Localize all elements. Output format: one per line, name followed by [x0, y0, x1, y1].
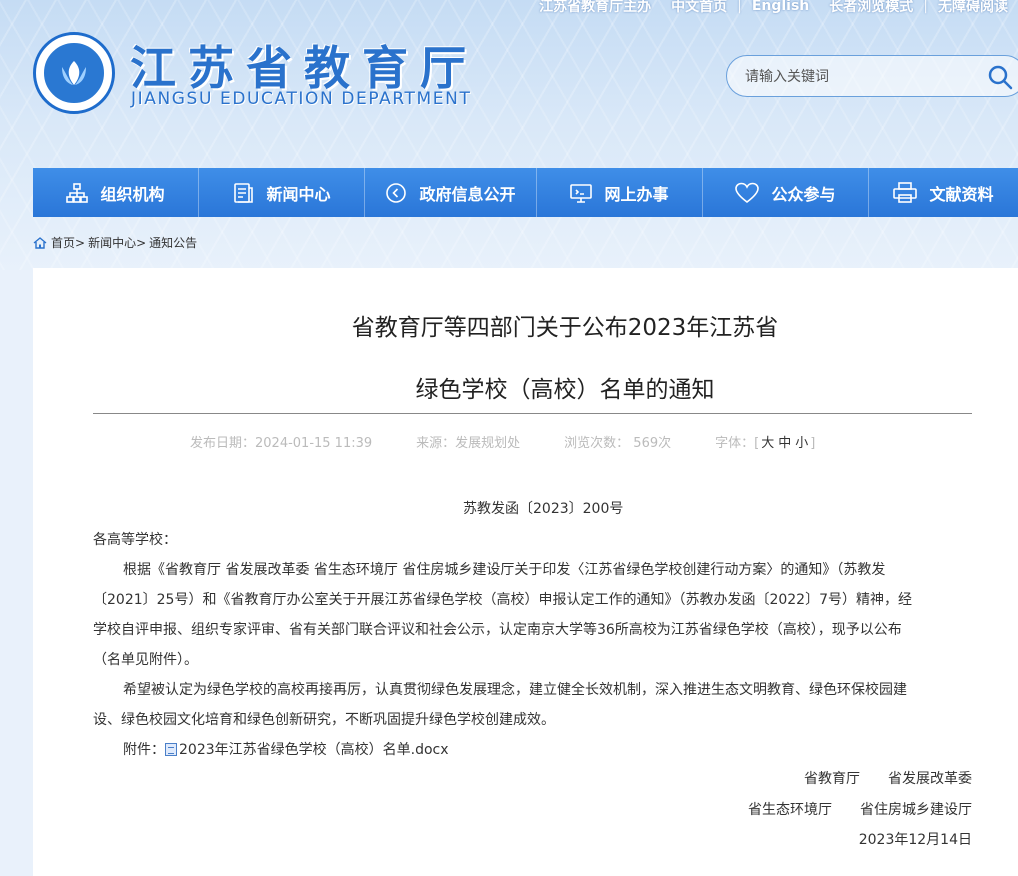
title-divider	[93, 413, 972, 414]
view-count: 浏览次数： 569次	[564, 436, 672, 451]
font-size-switcher: 字体：[大中小]	[715, 432, 815, 451]
printer-icon	[893, 181, 918, 204]
nav-item-documents[interactable]: 文献资料	[869, 168, 1018, 217]
search-icon	[988, 65, 1013, 90]
article-title-line1: 省教育厅等四部门关于公布2023年江苏省	[351, 315, 779, 341]
nav-item-label: 文献资料	[929, 184, 994, 204]
nav-item-label: 组织机构	[100, 184, 165, 204]
paragraph-1-line: （名单见附件）。	[93, 652, 198, 668]
nav-item-label: 网上办事	[604, 184, 669, 204]
breadcrumb-sep: >	[136, 235, 147, 250]
elder-mode-link[interactable]: 长者浏览模式	[819, 0, 923, 16]
breadcrumb-news[interactable]: 新闻中心	[88, 234, 136, 251]
paragraph-1-line: 〔2021〕25号）和《省教育厅办公室关于开展江苏省绿色学校（高校）申报认定工作…	[93, 592, 912, 608]
nav-item-label: 政府信息公开	[419, 184, 516, 204]
article-source: 来源：发展规划处	[416, 436, 521, 451]
heart-icon	[735, 182, 760, 204]
divider: |	[923, 0, 928, 14]
font-bracket-close: ]	[810, 436, 816, 451]
nav-item-online-service[interactable]: 网上办事	[537, 168, 703, 217]
paragraph-2-line: 设、绿色校园文化培育和绿色创新研究，不断巩固提升绿色学校创建成效。	[93, 712, 555, 728]
divider: |	[737, 0, 742, 14]
main-nav: 组织机构 新闻中心 政府信息公开 网上办事 公众参与 文献资料	[33, 168, 1018, 217]
article-title-line2: 绿色学校（高校）名单的通知	[415, 377, 715, 403]
article-panel: 省教育厅等四部门关于公布2023年江苏省 绿色学校（高校）名单的通知 发布日期：…	[33, 268, 1018, 876]
nav-item-news[interactable]: 新闻中心	[199, 168, 365, 217]
nav-item-label: 公众参与	[771, 184, 836, 204]
chinese-home-link[interactable]: 中文首页	[661, 0, 737, 16]
logo-emblem-icon	[42, 41, 106, 105]
site-subtitle: JIANGSU EDUCATION DEPARTMENT	[131, 89, 472, 109]
signature-issuers: 省教育厅 省发展改革委	[804, 771, 972, 787]
publish-date: 发布日期：2024-01-15 11:39	[190, 436, 373, 451]
article-meta: 发布日期：2024-01-15 11:39 来源：发展规划处 浏览次数： 569…	[190, 432, 815, 451]
breadcrumb-sep: >	[75, 235, 86, 250]
document-icon	[232, 182, 254, 204]
attachment-link[interactable]: 2023年江苏省绿色学校（高校）名单.docx	[179, 742, 449, 758]
breadcrumb: 首页 > 新闻中心 > 通知公告	[33, 234, 197, 251]
nav-item-organization[interactable]: 组织机构	[33, 168, 199, 217]
breadcrumb-home[interactable]: 首页	[51, 234, 75, 251]
nav-item-label: 新闻中心	[266, 184, 331, 204]
font-medium-button[interactable]: 中	[778, 436, 791, 451]
host-text: 江苏省教育厅主办	[539, 0, 652, 15]
font-bracket-open: [	[754, 436, 760, 451]
paragraph-1-line: 根据《省教育厅 省发展改革委 省生态环境厅 省住房城乡建设厅关于印发〈江苏省绿色…	[123, 562, 886, 578]
top-utility-bar: 江苏省教育厅主办 中文首页 | English 长者浏览模式 | 无障碍阅读	[529, 0, 1018, 16]
attachment-label: 附件：	[123, 742, 165, 758]
nav-item-gov-info[interactable]: 政府信息公开	[365, 168, 537, 217]
document-number: 苏教发函〔2023〕200号	[463, 501, 624, 517]
english-link[interactable]: English	[742, 0, 819, 14]
font-small-button[interactable]: 小	[795, 436, 808, 451]
monitor-icon	[570, 182, 593, 204]
word-document-icon	[165, 743, 177, 756]
play-circle-icon	[385, 182, 407, 204]
search-button[interactable]	[985, 62, 1015, 92]
salutation: 各高等学校：	[93, 532, 177, 548]
signature-date: 2023年12月14日	[858, 832, 972, 848]
paragraph-2-line: 希望被认定为绿色学校的高校再接再厉，认真贯彻绿色发展理念，建立健全长效机制，深入…	[123, 682, 907, 698]
org-chart-icon	[66, 182, 89, 204]
search-box	[726, 55, 1018, 97]
site-logo[interactable]	[33, 32, 115, 114]
paragraph-1-line: 学校自评申报、组织专家评审、省有关部门联合评议和社会公示，认定南京大学等36所高…	[93, 622, 902, 638]
home-icon	[33, 236, 47, 249]
nav-item-public-participation[interactable]: 公众参与	[703, 168, 869, 217]
signature-issuers: 省生态环境厅 省住房城乡建设厅	[748, 802, 972, 818]
font-size-label: 字体：	[715, 436, 755, 451]
accessible-reading-link[interactable]: 无障碍阅读	[928, 0, 1018, 16]
attachment-row: 附件： 2023年江苏省绿色学校（高校）名单.docx	[123, 739, 449, 759]
search-input[interactable]	[745, 65, 975, 89]
font-large-button[interactable]: 大	[761, 436, 774, 451]
breadcrumb-notices[interactable]: 通知公告	[149, 234, 197, 251]
